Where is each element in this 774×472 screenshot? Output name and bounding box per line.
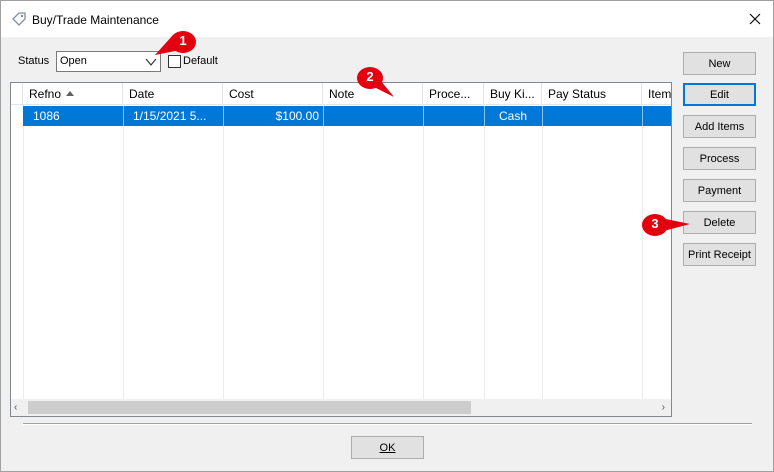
scrollbar-thumb[interactable] [28,401,471,414]
column-divider [542,105,543,399]
callout-1: 1 [151,29,205,59]
callout-number: 3 [651,216,659,231]
column-header-item[interactable]: Item [642,83,671,105]
column-divider [223,105,224,399]
cell-divider [323,106,324,126]
column-header-buy-kind[interactable]: Buy Ki... [484,83,542,105]
column-header-date[interactable]: Date [123,83,223,105]
new-button[interactable]: New [683,52,756,75]
column-divider [423,105,424,399]
cell-date: 1/15/2021 5... [133,109,207,123]
callout-3: 3 [638,211,692,241]
scroll-left-icon[interactable]: ‹ [14,402,17,413]
buy-trade-grid[interactable]: Refno Date Cost Note Proce... Buy Ki... … [10,82,672,417]
divider [23,423,752,425]
cell-divider [642,106,643,126]
horizontal-scrollbar[interactable]: ‹ › [11,399,671,416]
status-label: Status [18,55,50,67]
column-divider [123,105,124,399]
title-bar: Buy/Trade Maintenance [1,1,773,37]
cell-buy-kind: Cash [498,109,527,123]
column-divider [484,105,485,399]
ok-button[interactable]: OK [351,436,424,459]
cell-divider [423,106,424,126]
column-divider [642,105,643,399]
callout-2: 2 [346,65,400,97]
cell-refno: 1086 [33,109,60,123]
column-divider [323,105,324,399]
callout-number: 1 [179,33,187,48]
cell-item [648,106,670,126]
print-receipt-button[interactable]: Print Receipt [683,243,756,266]
callout-number: 2 [366,69,374,84]
column-header-refno[interactable]: Refno [23,83,123,105]
close-button[interactable] [741,7,769,31]
cell-divider [123,106,124,126]
close-icon [749,13,761,25]
process-button[interactable]: Process [683,147,756,170]
column-header-cost[interactable]: Cost [223,83,323,105]
window-title: Buy/Trade Maintenance [32,13,159,27]
cell-cost: $100.00 [275,109,319,123]
payment-button[interactable]: Payment [683,179,756,202]
edit-button[interactable]: Edit [683,83,756,106]
column-header-process[interactable]: Proce... [423,83,484,105]
cell-process [429,106,479,126]
buy-trade-maintenance-window: Buy/Trade Maintenance Status Open Defaul… [0,0,774,472]
sort-ascending-icon [66,91,75,96]
column-header-pay-status[interactable]: Pay Status [542,83,642,105]
row-header-corner [11,83,23,105]
cell-note [329,106,419,126]
status-dropdown[interactable]: Open [56,51,161,72]
column-divider [23,105,24,399]
add-items-button[interactable]: Add Items [683,115,756,138]
cell-pay-status [548,106,638,126]
cell-divider [542,106,543,126]
status-value: Open [60,55,87,67]
scroll-right-icon[interactable]: › [662,402,665,413]
tag-icon [11,11,27,27]
